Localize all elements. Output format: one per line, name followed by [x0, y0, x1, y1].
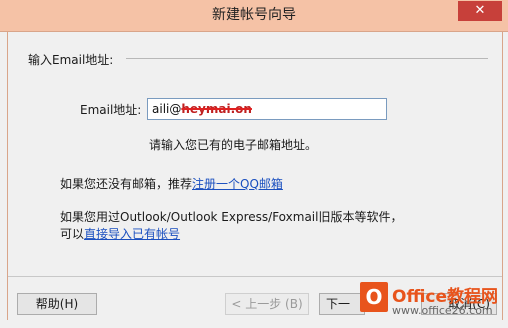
email-value-user: aili@: [152, 102, 182, 116]
email-input[interactable]: aili@heymai.on: [147, 98, 387, 120]
watermark-logo: O Office教程网 www.office26.com: [358, 280, 508, 326]
email-hint: 请输入您已有的电子邮箱地址。: [149, 138, 318, 152]
wizard-content: 输入Email地址: Email地址: aili@heymai.on 请输入您已…: [7, 32, 503, 320]
register-qq-mail-link[interactable]: 注册一个QQ邮箱: [192, 177, 283, 191]
window-title: 新建帐号向导: [212, 7, 296, 23]
import-account-link[interactable]: 直接导入已有帐号: [84, 227, 180, 241]
section-heading: 输入Email地址:: [28, 53, 114, 67]
import-prefix: 可以: [60, 227, 85, 241]
title-bar: 新建帐号向导 ✕: [0, 0, 508, 32]
email-value-domain-redacted: heymai.on: [181, 102, 252, 116]
no-mailbox-prefix: 如果您还没有邮箱，推荐: [60, 177, 193, 191]
import-text-line1: 如果您用过Outlook/Outlook Express/Foxmail旧版本等…: [60, 210, 403, 224]
close-icon[interactable]: ✕: [458, 1, 502, 21]
section-divider: [126, 58, 488, 59]
no-mailbox-text: 如果您还没有邮箱，推荐注册一个QQ邮箱: [60, 175, 283, 192]
watermark-url: www.office26.com: [392, 304, 493, 317]
footer-divider: [8, 276, 502, 277]
office-logo-icon: O: [360, 282, 388, 312]
previous-button[interactable]: < 上一步 (B): [225, 293, 309, 315]
email-label: Email地址:: [80, 103, 142, 117]
help-button[interactable]: 帮助(H): [17, 293, 97, 315]
import-text-line2: 可以直接导入已有帐号: [60, 225, 180, 242]
